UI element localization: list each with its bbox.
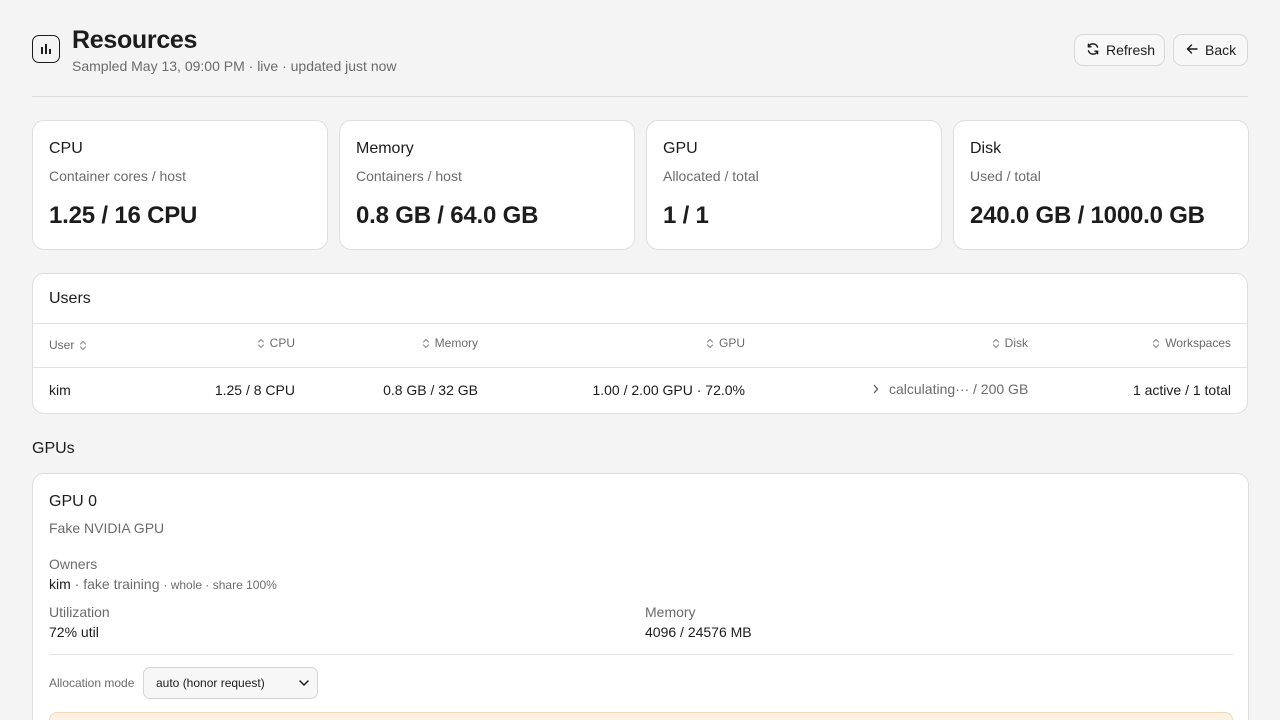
memory-value: 4096 / 24576 MB: [645, 624, 752, 640]
owner-workspace: · fake training: [74, 576, 160, 592]
sort-icon: [706, 338, 714, 348]
memory-card: Memory Containers / host 0.8 GB / 64.0 G…: [339, 120, 635, 250]
warning-banner: [49, 712, 1233, 720]
cpu-card: CPU Container cores / host 1.25 / 16 CPU: [32, 120, 328, 250]
card-subtitle: Container cores / host: [49, 168, 186, 184]
user-workspaces: 1 active / 1 total: [1132, 382, 1231, 398]
refresh-icon: [1086, 42, 1100, 59]
arrow-left-icon: [1185, 42, 1199, 59]
refresh-label: Refresh: [1106, 42, 1156, 58]
user-gpu: 1.00 / 2.00 GPU · 72.0%: [592, 382, 745, 398]
owner-detail: · whole · share 100%: [163, 578, 277, 592]
sort-icon: [422, 338, 429, 348]
owner-entry: kim · fake training · whole · share 100%: [49, 576, 277, 592]
bar-chart-icon: [32, 35, 60, 63]
card-title: CPU: [49, 140, 83, 157]
card-title: Memory: [356, 140, 414, 157]
sort-icon: [992, 338, 999, 348]
column-label: GPU: [718, 336, 745, 350]
page-subtitle: Sampled May 13, 09:00 PM · live · update…: [72, 58, 397, 74]
column-header-user[interactable]: User: [49, 338, 87, 352]
sort-icon: [257, 338, 264, 348]
gpu-card: GPU Allocated / total 1 / 1: [646, 120, 942, 250]
back-button[interactable]: Back: [1173, 34, 1248, 66]
divider: [49, 654, 1233, 655]
users-title: Users: [49, 290, 91, 307]
user-memory: 0.8 GB / 32 GB: [383, 382, 478, 398]
divider: [33, 367, 1247, 368]
allocation-mode-value: auto (honor request): [156, 676, 265, 690]
chevron-right-icon[interactable]: [873, 384, 879, 394]
disk-card: Disk Used / total 240.0 GB / 1000.0 GB: [953, 120, 1249, 250]
column-label: CPU: [269, 336, 295, 350]
user-disk: calculating··· / 200 GB: [889, 381, 1029, 397]
user-cpu: 1.25 / 8 CPU: [214, 382, 295, 398]
chevron-down-icon: [299, 680, 309, 686]
card-subtitle: Used / total: [970, 168, 1041, 184]
column-header-workspaces[interactable]: Workspaces: [1123, 336, 1231, 350]
column-label: Disk: [1004, 336, 1028, 350]
utilization-value: 72% util: [49, 624, 99, 640]
allocation-mode-label: Allocation mode: [49, 676, 135, 690]
column-header-gpu[interactable]: GPU: [683, 336, 745, 350]
column-header-memory[interactable]: Memory: [403, 336, 478, 350]
memory-label: Memory: [645, 604, 696, 620]
card-subtitle: Allocated / total: [663, 168, 759, 184]
owner-user: kim: [49, 576, 71, 592]
column-header-disk[interactable]: Disk: [963, 336, 1028, 350]
user-disk-cell[interactable]: calculating··· / 200 GB: [873, 381, 1028, 397]
refresh-button[interactable]: Refresh: [1074, 34, 1165, 66]
allocation-mode-select[interactable]: auto (honor request): [143, 667, 318, 699]
divider: [33, 323, 1247, 324]
card-value: 0.8 GB / 64.0 GB: [356, 202, 539, 229]
card-value: 1.25 / 16 CPU: [49, 202, 198, 229]
owners-label: Owners: [49, 556, 98, 572]
sort-icon: [1153, 338, 1160, 348]
gpu-name: GPU 0: [49, 493, 98, 510]
utilization-label: Utilization: [49, 604, 110, 620]
back-label: Back: [1205, 42, 1237, 58]
sort-icon: [80, 340, 87, 350]
card-subtitle: Containers / host: [356, 168, 462, 184]
gpus-section-title: GPUs: [32, 440, 75, 457]
user-name[interactable]: kim: [49, 382, 71, 398]
page-title: Resources: [72, 26, 198, 54]
column-header-cpu[interactable]: CPU: [233, 336, 295, 350]
column-label: Workspaces: [1165, 336, 1231, 350]
gpu-model: Fake NVIDIA GPU: [49, 520, 165, 536]
card-title: Disk: [970, 140, 1002, 157]
column-label: Memory: [434, 336, 478, 350]
card-value: 1 / 1: [663, 202, 709, 229]
page-header: Resources Sampled May 13, 09:00 PM · liv…: [32, 24, 1248, 97]
users-panel: Users User CPU Memory GPU Disk Workspace…: [32, 273, 1248, 414]
gpu-panel: GPU 0 Fake NVIDIA GPU Owners kim · fake …: [32, 473, 1249, 720]
column-label: User: [49, 338, 75, 352]
card-value: 240.0 GB / 1000.0 GB: [970, 202, 1205, 229]
card-title: GPU: [663, 140, 698, 157]
